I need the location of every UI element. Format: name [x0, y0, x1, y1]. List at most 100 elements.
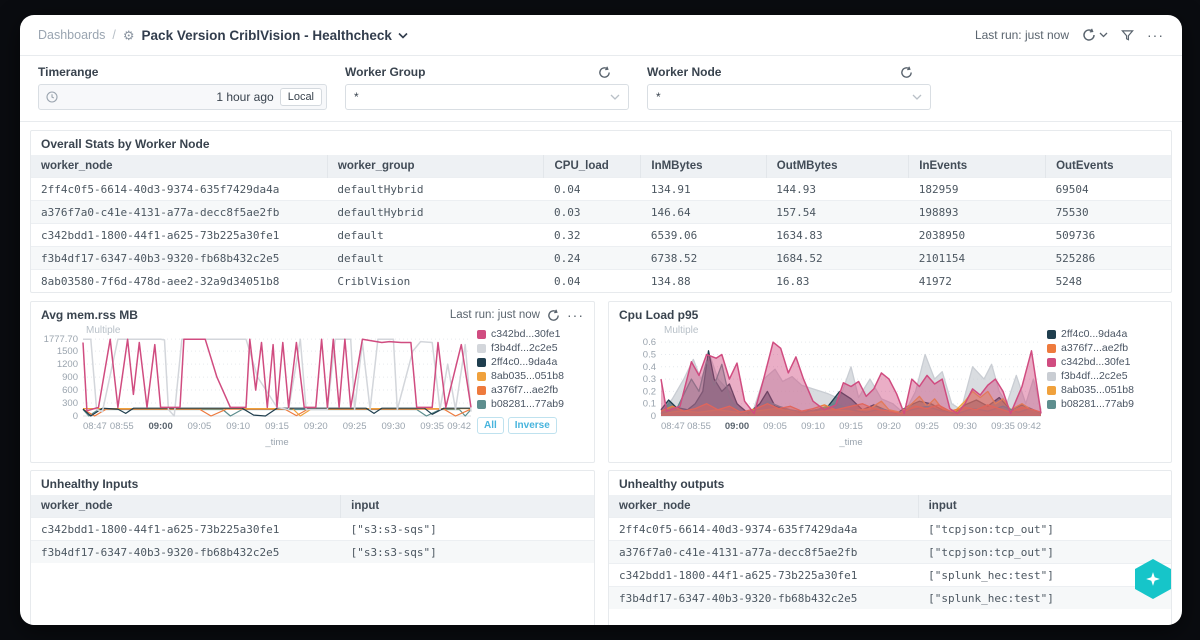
- table-row: f3b4df17-6347-40b3-9320-fb68b432c2e5["sp…: [609, 587, 1171, 610]
- column-header[interactable]: input: [341, 495, 594, 518]
- worker-node-filter: Worker Node *: [647, 65, 931, 110]
- svg-text:1500: 1500: [57, 346, 78, 357]
- panel-more-button[interactable]: ···: [567, 311, 584, 319]
- select-chevron-icon: [610, 94, 620, 100]
- column-header[interactable]: InMBytes: [641, 155, 766, 178]
- legend-item[interactable]: f3b4df...2c2e5: [1047, 370, 1134, 382]
- worker-node-value: *: [656, 90, 661, 104]
- refresh-icon[interactable]: [547, 309, 560, 322]
- svg-text:0.2: 0.2: [643, 386, 656, 397]
- table-cell: 69504: [1046, 178, 1171, 201]
- legend-label: 8ab035...051b8: [491, 370, 564, 382]
- breadcrumb-dashboards-link[interactable]: Dashboards: [38, 28, 105, 42]
- worker-group-value: *: [354, 90, 359, 104]
- table-cell: ["tcpjson:tcp_out"]: [918, 518, 1171, 541]
- svg-text:1777.70: 1777.70: [44, 334, 78, 345]
- legend-item[interactable]: c342bd...30fe1: [477, 328, 564, 340]
- worker-group-refresh-icon[interactable]: [598, 66, 611, 79]
- svg-text:09:30: 09:30: [382, 421, 406, 432]
- legend-item[interactable]: f3b4df...2c2e5: [477, 342, 564, 354]
- legend-label: 2ff4c0...9da4a: [1061, 328, 1127, 340]
- column-header[interactable]: worker_node: [609, 495, 918, 518]
- avg-mem-legend: c342bd...30fe1 f3b4df...2c2e5 2ff4c0...9da…: [477, 324, 564, 448]
- table-cell: default: [327, 247, 544, 270]
- svg-text:_time: _time: [264, 437, 288, 448]
- worker-group-select[interactable]: *: [345, 84, 629, 110]
- svg-text:Multiple: Multiple: [664, 325, 699, 336]
- table-cell: 8ab03580-7f6d-478d-aee2-32a9d34051b8: [31, 270, 327, 293]
- legend-item[interactable]: a376f7...ae2fb: [477, 384, 564, 396]
- legend-item[interactable]: 2ff4c0...9da4a: [477, 356, 564, 368]
- column-header[interactable]: OutEvents: [1046, 155, 1171, 178]
- overall-stats-table: worker_nodeworker_groupCPU_loadInMBytesO…: [31, 155, 1171, 292]
- table-cell: 0.04: [544, 270, 641, 293]
- table-cell: 0.24: [544, 247, 641, 270]
- dashboard-title-menu[interactable]: Pack Version CriblVision - Healthcheck: [142, 28, 408, 43]
- table-cell: 2ff4c0f5-6614-40d3-9374-635f7429da4a: [31, 178, 327, 201]
- worker-group-filter: Worker Group *: [345, 65, 629, 110]
- legend-swatch-icon: [477, 330, 486, 339]
- legend-item[interactable]: 8ab035...051b8: [1047, 384, 1134, 396]
- table-cell: ["tcpjson:tcp_out"]: [918, 541, 1171, 564]
- avg-mem-chart-plot[interactable]: 1777.70150012009006003000Multiple08:4708…: [37, 324, 477, 448]
- legend-label: c342bd...30fe1: [1061, 356, 1130, 368]
- breadcrumb: Dashboards / ⚙ Pack Version CriblVision …: [38, 28, 408, 43]
- timerange-input[interactable]: 1 hour ago Local: [38, 84, 327, 110]
- legend-swatch-icon: [1047, 386, 1056, 395]
- unhealthy-outputs-table: worker_nodeinput2ff4c0f5-6614-40d3-9374-…: [609, 495, 1171, 609]
- table-cell: 2ff4c0f5-6614-40d3-9374-635f7429da4a: [609, 518, 918, 541]
- filter-button[interactable]: [1121, 29, 1134, 42]
- column-header[interactable]: worker_node: [31, 495, 341, 518]
- legend-inverse-button[interactable]: Inverse: [508, 417, 557, 434]
- table-row: f3b4df17-6347-40b3-9320-fb68b432c2e5["s3…: [31, 541, 594, 564]
- worker-node-select[interactable]: *: [647, 84, 931, 110]
- svg-text:09:25: 09:25: [915, 421, 939, 432]
- refresh-button[interactable]: [1082, 28, 1108, 42]
- legend-item[interactable]: 8ab035...051b8: [477, 370, 564, 382]
- table-cell: 525286: [1046, 247, 1171, 270]
- column-header[interactable]: InEvents: [909, 155, 1046, 178]
- svg-text:09:35: 09:35: [420, 421, 444, 432]
- legend-swatch-icon: [1047, 344, 1056, 353]
- column-header[interactable]: CPU_load: [544, 155, 641, 178]
- filter-row: Timerange 1 hour ago Local Worker Group …: [20, 56, 1182, 122]
- column-header[interactable]: worker_node: [31, 155, 327, 178]
- top-bar: Dashboards / ⚙ Pack Version CriblVision …: [20, 15, 1182, 56]
- funnel-icon: [1121, 29, 1134, 42]
- top-bar-actions: Last run: just now ···: [975, 28, 1164, 42]
- last-run-status: Last run: just now: [975, 28, 1069, 42]
- table-cell: 144.93: [766, 178, 909, 201]
- table-cell: 198893: [909, 201, 1046, 224]
- table-cell: 0.03: [544, 201, 641, 224]
- column-header[interactable]: input: [918, 495, 1171, 518]
- worker-node-refresh-icon[interactable]: [900, 66, 913, 79]
- svg-text:08:47: 08:47: [83, 421, 107, 432]
- legend-item[interactable]: a376f7...ae2fb: [1047, 342, 1134, 354]
- svg-text:0: 0: [73, 411, 78, 422]
- legend-all-button[interactable]: All: [477, 417, 504, 434]
- svg-text:900: 900: [62, 372, 78, 383]
- svg-text:08:55: 08:55: [110, 421, 134, 432]
- table-cell: default: [327, 224, 544, 247]
- legend-item[interactable]: b08281...77ab9: [1047, 398, 1134, 410]
- overall-stats-title: Overall Stats by Worker Node: [31, 131, 1171, 155]
- legend-item[interactable]: 2ff4c0...9da4a: [1047, 328, 1134, 340]
- legend-item[interactable]: c342bd...30fe1: [1047, 356, 1134, 368]
- legend-swatch-icon: [1047, 330, 1056, 339]
- cpu-load-chart-plot[interactable]: 0.60.50.40.30.20.10Multiple08:4708:5509:…: [615, 324, 1047, 448]
- svg-text:09:00: 09:00: [725, 421, 749, 432]
- local-timezone-button[interactable]: Local: [280, 88, 322, 106]
- column-header[interactable]: OutMBytes: [766, 155, 909, 178]
- unhealthy-inputs-panel: Unhealthy Inputs worker_nodeinputc342bdd…: [30, 470, 595, 625]
- table-cell: f3b4df17-6347-40b3-9320-fb68b432c2e5: [609, 587, 918, 610]
- table-cell: 1634.83: [766, 224, 909, 247]
- table-cell: ["splunk_hec:test"]: [918, 564, 1171, 587]
- legend-item[interactable]: b08281...77ab9: [477, 398, 564, 410]
- svg-text:1200: 1200: [57, 359, 78, 370]
- overall-stats-panel: Overall Stats by Worker Node worker_node…: [30, 130, 1172, 293]
- column-header[interactable]: worker_group: [327, 155, 544, 178]
- table-cell: 75530: [1046, 201, 1171, 224]
- more-options-button[interactable]: ···: [1147, 31, 1164, 39]
- svg-text:0.5: 0.5: [643, 349, 656, 360]
- svg-text:09:35: 09:35: [991, 421, 1015, 432]
